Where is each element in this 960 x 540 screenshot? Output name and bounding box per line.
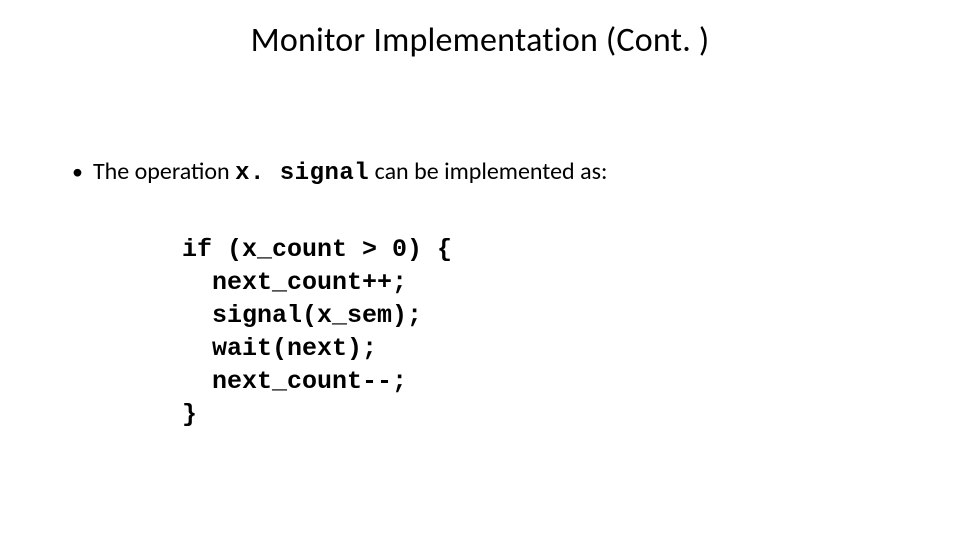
bullet-text: The operation x. signal can be implement…: [93, 157, 607, 187]
slide-title: Monitor Implementation (Cont. ): [150, 20, 810, 61]
bullet-text-post: can be implemented as:: [369, 157, 607, 186]
slide-body: • The operation x. signal can be impleme…: [70, 157, 900, 431]
slide: Monitor Implementation (Cont. ) • The op…: [0, 0, 960, 540]
bullet-text-pre: The operation: [93, 157, 235, 186]
bullet-text-code: x. signal: [235, 160, 369, 187]
bullet-item: • The operation x. signal can be impleme…: [70, 157, 900, 187]
code-block: if (x_count > 0) { next_count++; signal(…: [182, 233, 900, 431]
bullet-dot-icon: •: [72, 161, 83, 183]
